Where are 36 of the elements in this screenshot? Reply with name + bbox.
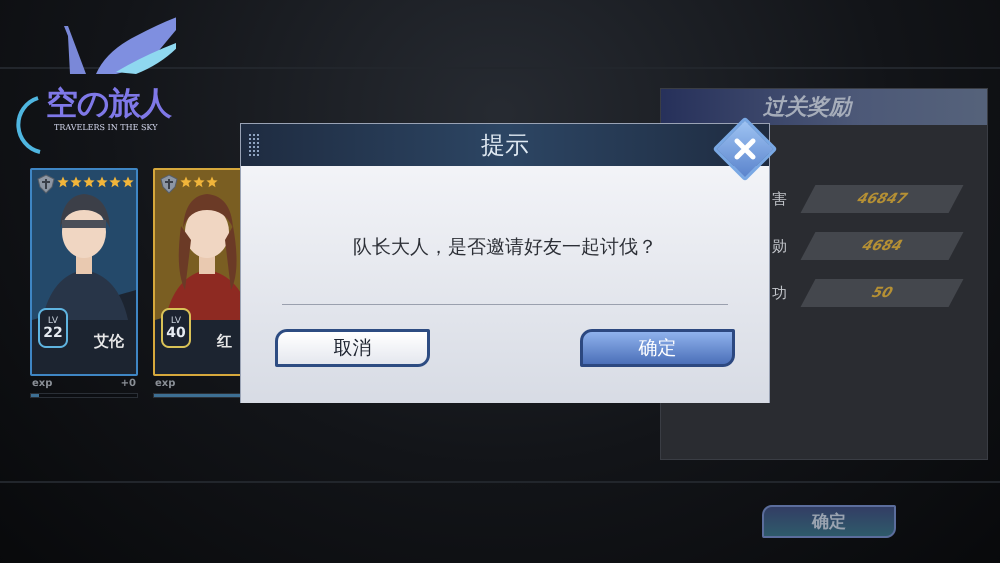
confirm-button[interactable]: 确定 bbox=[762, 505, 896, 538]
star-icon bbox=[122, 176, 134, 188]
exp-label: exp bbox=[155, 378, 176, 391]
reward-label: 勋 bbox=[772, 236, 788, 256]
emblem-icon bbox=[35, 173, 57, 195]
level-label: LV bbox=[48, 316, 58, 326]
exp-gain: +0 bbox=[120, 378, 136, 391]
logo-subtitle: TRAVELERS IN THE SKY bbox=[54, 123, 158, 132]
panel-title: 过关奖励 bbox=[763, 94, 851, 122]
star-icon bbox=[96, 176, 108, 188]
reward-label: 功 bbox=[772, 284, 788, 302]
level-number: 40 bbox=[166, 326, 186, 340]
star-icon bbox=[83, 176, 95, 188]
star-icon bbox=[70, 176, 82, 188]
dialog-title: 提示 bbox=[481, 130, 529, 161]
hero-card[interactable]: LV 22 艾伦 bbox=[30, 168, 138, 376]
level-number: 22 bbox=[43, 326, 63, 340]
emblem-icon bbox=[158, 173, 180, 195]
cancel-button[interactable]: 取消 bbox=[275, 329, 430, 367]
grip-icon bbox=[249, 132, 261, 158]
star-icon bbox=[193, 176, 205, 188]
reward-value: 46847 bbox=[800, 185, 964, 213]
star-icon bbox=[206, 176, 218, 188]
reward-value: 4684 bbox=[800, 232, 964, 260]
dialog-message: 队长大人，是否邀请好友一起讨伐？ bbox=[353, 235, 657, 260]
star-icon bbox=[57, 176, 69, 188]
hero-name: 红 bbox=[217, 332, 232, 351]
exp-label: exp bbox=[32, 378, 52, 391]
level-label: LV bbox=[170, 316, 182, 326]
reward-label: 害 bbox=[772, 190, 788, 208]
close-icon bbox=[733, 137, 757, 161]
star-icon bbox=[109, 176, 121, 188]
logo-title: 空の旅人 bbox=[46, 83, 171, 124]
star-icon bbox=[180, 176, 192, 188]
reward-value: 50 bbox=[800, 279, 964, 307]
hero-name: 艾伦 bbox=[94, 332, 124, 351]
